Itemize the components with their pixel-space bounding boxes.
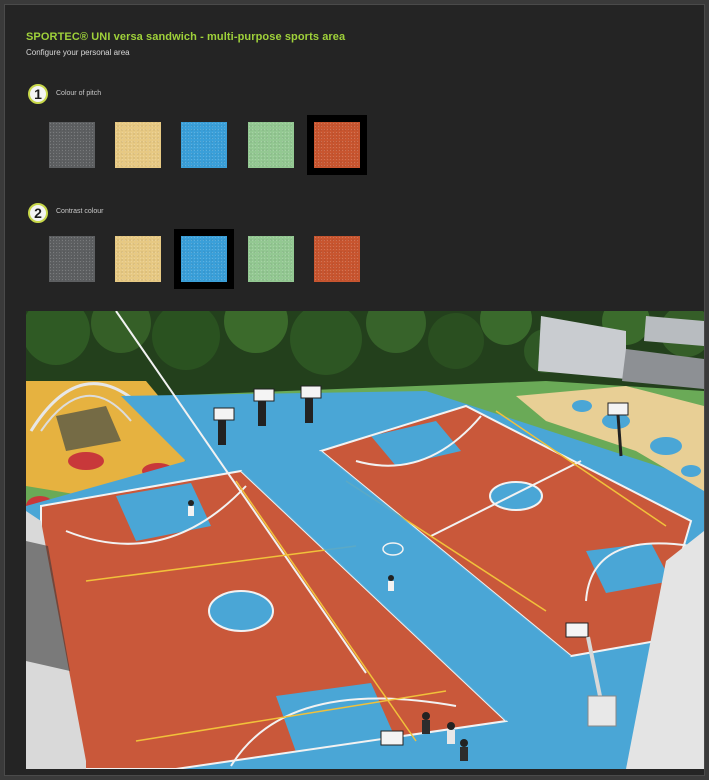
swatch-chip <box>115 122 161 168</box>
pitch-swatch-red[interactable] <box>307 115 367 175</box>
contrast-swatch-beige[interactable] <box>115 236 161 282</box>
right-play-dot <box>572 400 592 412</box>
swatch-chip <box>314 236 360 282</box>
playground-dot <box>68 452 104 470</box>
right-play-dot <box>681 465 701 477</box>
swatch-chip <box>181 122 227 168</box>
pitch-swatch-grey[interactable] <box>49 122 95 168</box>
page-title: SPORTEC® UNI versa sandwich - multi-purp… <box>26 31 346 43</box>
building-upper <box>644 316 704 346</box>
contrast-swatch-red[interactable] <box>314 236 360 282</box>
pitch-swatch-beige[interactable] <box>115 122 161 168</box>
contrast-swatch-blue[interactable] <box>174 229 234 289</box>
right-play-dot <box>650 437 682 455</box>
configurator-panel: SPORTEC® UNI versa sandwich - multi-purp… <box>4 4 705 776</box>
swatch-chip <box>181 236 227 282</box>
court-preview-image <box>26 311 704 769</box>
contrast-swatch-green[interactable] <box>248 236 294 282</box>
step-1-badge: 1 <box>28 84 48 104</box>
swatch-chip <box>49 236 95 282</box>
page-subtitle: Configure your personal area <box>26 48 130 57</box>
step-2-badge: 2 <box>28 203 48 223</box>
court-illustration <box>26 311 704 769</box>
swatch-chip <box>248 122 294 168</box>
contrast-swatch-grey[interactable] <box>49 236 95 282</box>
pitch-swatch-blue[interactable] <box>181 122 227 168</box>
pitch-swatch-green[interactable] <box>248 122 294 168</box>
swatch-chip <box>115 236 161 282</box>
swatch-chip <box>248 236 294 282</box>
step-2-label: Contrast colour <box>56 208 104 215</box>
swatch-chip <box>314 122 360 168</box>
step-1-label: Colour of pitch <box>56 90 102 97</box>
swatch-chip <box>49 122 95 168</box>
